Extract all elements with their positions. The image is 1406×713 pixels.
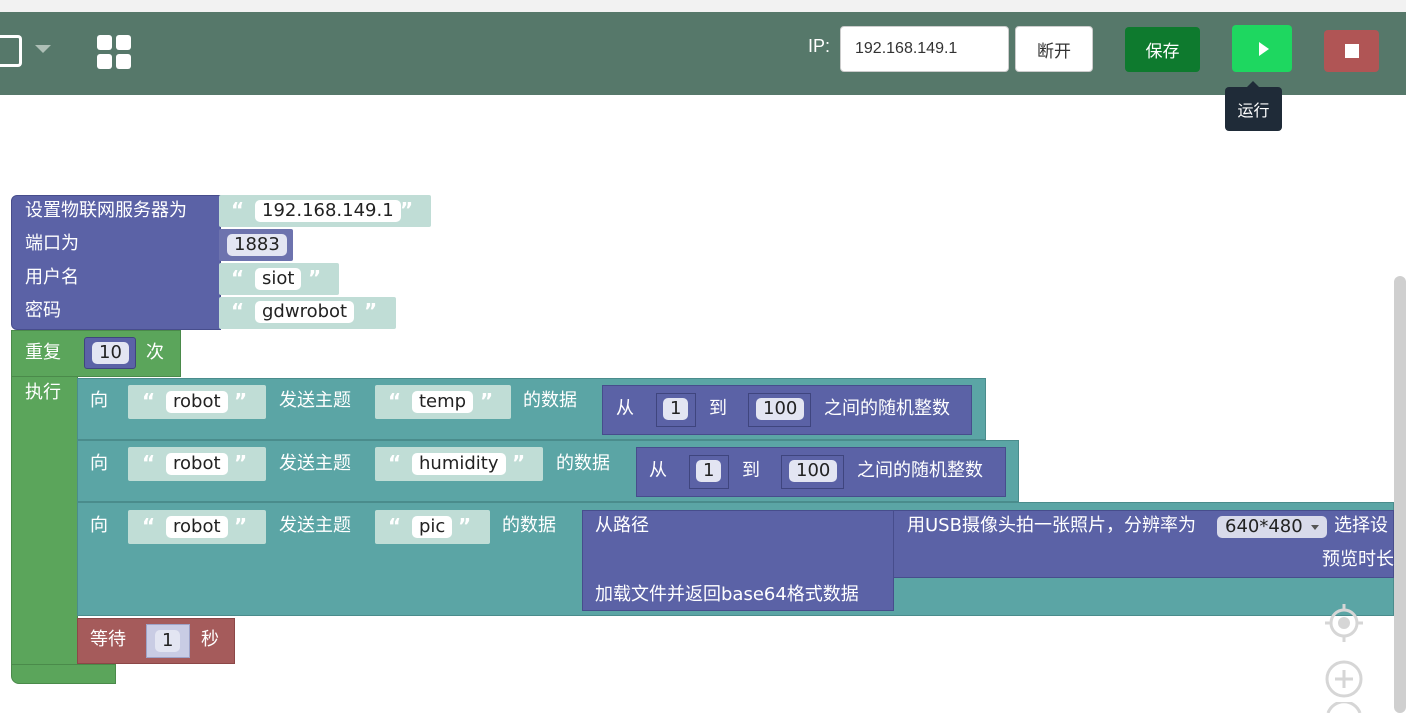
user-label: 用户名 [25,267,79,288]
target-field[interactable]: robot [166,453,228,475]
repeat-arm[interactable] [11,376,78,682]
run-button[interactable] [1232,25,1292,72]
port-label: 端口为 [25,233,79,254]
save-button[interactable]: 保存 [1125,27,1200,72]
quote-close: ” [234,514,248,538]
pass-label: 密码 [25,300,61,321]
rand-label: 之间的随机整数 [824,398,950,419]
wait-label: 等待 [90,629,126,650]
rand-label: 之间的随机整数 [857,460,983,481]
repeat-footer[interactable] [11,664,116,684]
file-icon[interactable] [0,35,22,67]
stop-button[interactable] [1324,30,1379,72]
wait-value[interactable]: 1 [155,630,181,652]
quote-close: ” [364,299,378,323]
quote-open: “ [388,389,402,413]
recenter-icon[interactable] [1325,604,1363,642]
zoom-in-icon[interactable] [1325,660,1363,698]
target-field[interactable]: robot [166,516,228,538]
to-label: 向 [90,390,108,411]
toolbar: IP: 断开 保存 [0,12,1406,95]
stop-icon [1344,44,1359,58]
to-label: 向 [90,515,108,536]
min-field[interactable]: 1 [663,398,689,420]
topic-field[interactable]: temp [412,391,474,413]
ip-input[interactable] [840,26,1009,72]
max-field[interactable]: 100 [789,460,838,482]
topic-field[interactable]: pic [412,516,453,538]
quote-open: “ [231,266,245,290]
pass-field[interactable]: gdwrobot [255,301,355,323]
ip-label: IP: [808,36,831,56]
target-field[interactable]: robot [166,391,228,413]
zoom-out-icon[interactable] [1325,702,1363,713]
to-word: 到 [742,460,760,481]
quote-open: “ [388,514,402,538]
data-label: 的数据 [502,515,556,536]
topic-label: 发送主题 [279,390,351,411]
quote-close: ” [234,451,248,475]
preview-label: 预览时长 [1322,549,1394,570]
resolution-dropdown[interactable]: 640*480 [1217,516,1327,538]
quote-close: ” [400,198,414,222]
min-field[interactable]: 1 [696,460,722,482]
quote-close: ” [234,389,248,413]
from-label: 从 [649,460,667,481]
path-label: 从路径 [595,515,649,536]
repeat-label: 重复 [25,342,61,363]
to-word: 到 [709,398,727,419]
user-field[interactable]: siot [255,268,302,290]
select-label: 选择设 [1334,515,1388,536]
quote-close: ” [480,389,494,413]
max-field[interactable]: 100 [756,398,805,420]
repeat-count[interactable]: 10 [92,342,129,364]
quote-close: ” [308,266,322,290]
quote-open: “ [388,451,402,475]
quote-close: ” [458,514,472,538]
play-icon [1258,41,1269,56]
quote-open: “ [142,514,156,538]
load-label: 加载文件并返回base64格式数据 [595,584,859,605]
quote-open: “ [142,389,156,413]
data-label: 的数据 [523,390,577,411]
quote-open: “ [231,299,245,323]
iot-title: 设置物联网服务器为 [25,200,187,221]
disconnect-button[interactable]: 断开 [1015,26,1093,72]
quote-close: ” [512,451,526,475]
port-field[interactable]: 1883 [227,234,287,256]
topic-field[interactable]: humidity [412,453,506,475]
wait-unit: 秒 [201,629,219,650]
run-tooltip: 运行 [1225,81,1282,131]
data-label: 的数据 [556,453,610,474]
from-label: 从 [616,398,634,419]
quote-open: “ [231,198,245,222]
to-label: 向 [90,453,108,474]
camera-label: 用USB摄像头拍一张照片，分辨率为 [907,515,1196,536]
topic-label: 发送主题 [279,515,351,536]
repeat-do: 执行 [25,382,61,403]
grid-icon[interactable] [97,35,131,69]
dropdown-caret-icon[interactable] [35,45,51,53]
server-field[interactable]: 192.168.149.1 [255,200,401,222]
topic-label: 发送主题 [279,453,351,474]
workspace-scrollbar[interactable] [1394,276,1406,713]
quote-open: “ [142,451,156,475]
repeat-times: 次 [146,342,164,363]
